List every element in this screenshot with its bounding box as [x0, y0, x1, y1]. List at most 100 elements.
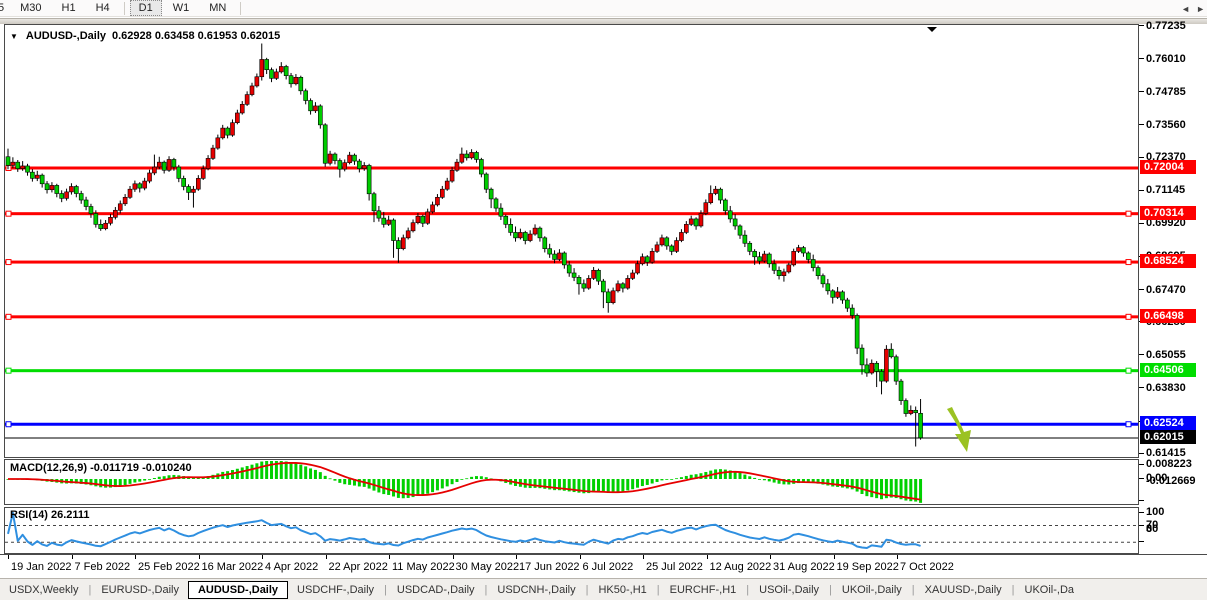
chart-tab-bar: USDX,Weekly|EURUSD-,DailyAUDUSD-,DailyUS…	[0, 578, 1207, 600]
timeframe-button-w1[interactable]: W1	[164, 0, 199, 16]
price-tick-label: 0.63830	[1146, 381, 1186, 395]
hline-handle-left[interactable]	[6, 260, 11, 265]
date-tick-mark	[135, 555, 136, 559]
chart-symbol-header: ▼ AUDUSD-,Daily 0.62928 0.63458 0.61953 …	[10, 30, 280, 42]
date-tick-mark	[580, 555, 581, 559]
timeframe-toolbar: 5M30H1H4 D1W1MN	[0, 0, 1207, 17]
tab-usdchf-daily[interactable]: USDCHF-,Daily	[288, 581, 383, 599]
date-tick-label: 30 May 2022	[456, 561, 520, 573]
price-tick-label: 0.77235	[1146, 19, 1186, 33]
price-tick-mark	[1139, 25, 1144, 26]
date-tick-label: 7 Oct 2022	[900, 561, 954, 573]
date-tick-label: 11 May 2022	[392, 561, 455, 573]
macd-name: MACD(12,26,9)	[10, 462, 87, 474]
date-tick-mark	[453, 555, 454, 559]
price-chart-pane[interactable]	[4, 24, 1139, 458]
date-tick-mark	[8, 555, 9, 559]
date-tick-mark	[770, 555, 771, 559]
timeframe-button-m30[interactable]: M30	[11, 0, 50, 16]
macd-tick-mark	[1139, 500, 1144, 501]
tab-usoil-daily[interactable]: USOil-,Daily	[750, 581, 828, 599]
macd-values: -0.011719 -0.010240	[90, 462, 192, 474]
date-axis[interactable]: 19 Jan 20227 Feb 202225 Feb 202216 Mar 2…	[0, 554, 1207, 577]
macd-label: MACD(12,26,9) -0.011719 -0.010240	[10, 462, 192, 474]
current-price-label: 0.62015	[1140, 430, 1196, 444]
date-tick-mark	[516, 555, 517, 559]
price-tick-label: 0.67470	[1146, 283, 1186, 297]
date-tick-label: 6 Jul 2022	[583, 561, 634, 573]
tab-hk50-h1[interactable]: HK50-,H1	[589, 581, 655, 599]
price-tick-label: 0.74785	[1146, 85, 1186, 99]
rsi-indicator-pane[interactable]	[4, 507, 1139, 554]
tab-usdx-weekly[interactable]: USDX,Weekly	[0, 581, 87, 599]
date-tick-label: 22 Apr 2022	[329, 561, 388, 573]
hline-handle-left[interactable]	[6, 211, 11, 216]
tab-xauusd-daily[interactable]: XAUUSD-,Daily	[916, 581, 1011, 599]
hline-handle-right[interactable]	[1126, 260, 1131, 265]
chart-ohlc-values: 0.62928 0.63458 0.61953 0.62015	[112, 30, 280, 42]
trading-platform-window: 5M30H1H4 D1W1MN ▼ AUDUSD-,Daily 0.62928 0…	[0, 0, 1207, 600]
price-tick-mark	[1139, 124, 1144, 125]
tab-scroll-left-icon[interactable]: ◄	[1181, 4, 1190, 14]
hline-handle-left[interactable]	[6, 314, 11, 319]
candlestick-chart[interactable]	[5, 25, 1138, 457]
price-tick-mark	[1139, 223, 1144, 224]
tab-eurusd-daily[interactable]: EURUSD-,Daily	[92, 581, 188, 599]
date-tick-label: 16 Mar 2022	[202, 561, 264, 573]
tab-ukoil-daily[interactable]: UKOil-,Daily	[833, 581, 911, 599]
hline-handle-right[interactable]	[1126, 314, 1131, 319]
date-tick-label: 17 Jun 2022	[519, 561, 580, 573]
hline-handle-left[interactable]	[6, 368, 11, 373]
hline-handle-right[interactable]	[1126, 422, 1131, 427]
price-tick-mark	[1139, 91, 1144, 92]
macd-scale-label: -0.012669	[1146, 474, 1196, 488]
price-tick-label: 0.73560	[1146, 118, 1186, 132]
hline-handle-left[interactable]	[6, 422, 11, 427]
price-axis[interactable]: 0.772350.760100.747850.735600.723700.711…	[1139, 24, 1207, 554]
toolbar-separator	[124, 2, 125, 15]
timeframe-button-h4[interactable]: H4	[87, 0, 119, 16]
price-tick-label: 0.76010	[1146, 52, 1186, 66]
rsi-name: RSI(14)	[10, 509, 48, 521]
timeframe-button-5[interactable]: 5	[0, 0, 9, 16]
hline-price-label: 0.66498	[1140, 309, 1196, 323]
hline-price-label: 0.70314	[1140, 206, 1196, 220]
rsi-label: RSI(14) 26.2111	[10, 509, 90, 521]
price-tick-mark	[1139, 453, 1144, 454]
hline-handle-right[interactable]	[1126, 211, 1131, 216]
tab-scrollers: ◄ ►	[1181, 4, 1205, 14]
price-tick-mark	[1139, 387, 1144, 388]
hline-price-label: 0.72004	[1140, 160, 1196, 174]
macd-scale-label: 0.008223	[1146, 457, 1192, 471]
symbol-collapse-icon[interactable]: ▼	[10, 32, 18, 41]
price-tick-label: 0.71145	[1146, 183, 1185, 197]
chart-symbol-label: AUDUSD-,Daily	[26, 30, 106, 42]
tab-ukoil-da[interactable]: UKOil-,Da	[1016, 581, 1084, 599]
price-tick-mark	[1139, 58, 1144, 59]
price-tick-mark	[1139, 289, 1144, 290]
price-tick-mark	[1139, 157, 1144, 158]
rsi-tick-mark	[1139, 512, 1144, 513]
date-tick-label: 7 Feb 2022	[75, 561, 131, 573]
hline-price-label: 0.62524	[1140, 416, 1196, 430]
tab-eurchf-h1[interactable]: EURCHF-,H1	[661, 581, 746, 599]
tab-audusd-daily[interactable]: AUDUSD-,Daily	[188, 581, 288, 599]
rsi-chart[interactable]	[5, 508, 1138, 553]
hline-handle-right[interactable]	[1126, 368, 1131, 373]
price-tick-mark	[1139, 190, 1144, 191]
price-tick-mark	[1139, 354, 1144, 355]
date-tick-mark	[326, 555, 327, 559]
date-tick-label: 19 Sep 2022	[837, 561, 899, 573]
tab-usdcnh-daily[interactable]: USDCNH-,Daily	[488, 581, 584, 599]
timeframe-button-mn[interactable]: MN	[200, 0, 235, 16]
tab-scroll-right-icon[interactable]: ►	[1196, 4, 1205, 14]
timeframe-button-d1[interactable]: D1	[130, 0, 162, 16]
date-tick-label: 25 Jul 2022	[646, 561, 703, 573]
macd-tick-mark	[1139, 464, 1144, 465]
date-tick-mark	[72, 555, 73, 559]
sell-arrow-annotation[interactable]	[947, 407, 971, 452]
tab-usdcad-daily[interactable]: USDCAD-,Daily	[388, 581, 484, 599]
date-tick-label: 31 Aug 2022	[773, 561, 835, 573]
timeframe-button-h1[interactable]: H1	[53, 0, 85, 16]
last-bar-marker-icon	[927, 27, 937, 32]
